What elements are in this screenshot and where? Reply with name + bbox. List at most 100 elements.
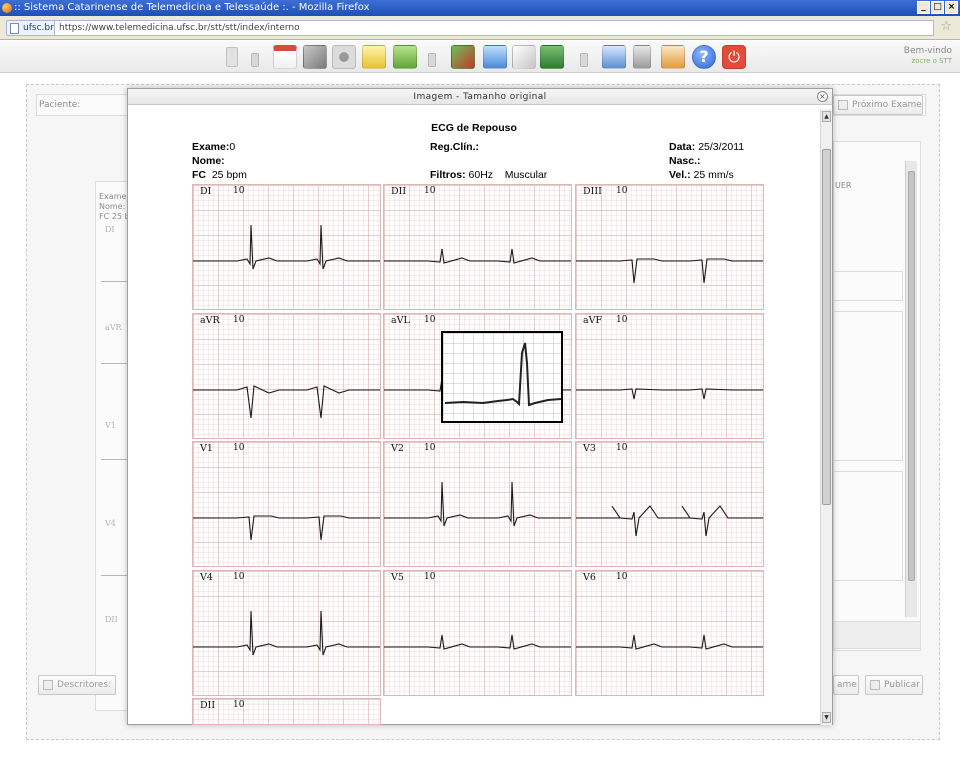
tools-icon[interactable] — [303, 45, 327, 69]
date-value: 25/3/2011 — [698, 141, 745, 153]
welcome-area: Bem-vindo zocre o STT — [904, 46, 952, 66]
exam-label: Exame: — [192, 141, 230, 153]
filters-row: Filtros: 60Hz Muscular — [430, 169, 547, 181]
ecg-trace — [384, 634, 571, 650]
ecg-trace — [576, 634, 763, 650]
ecg-title: ECG de Repouso — [431, 122, 517, 134]
user-name: zocre o STT — [911, 57, 952, 65]
exam-row: Exame:0 — [192, 141, 235, 153]
scroll-down-icon[interactable]: ▼ — [822, 712, 831, 723]
exam-button[interactable]: ame — [833, 675, 859, 695]
ecg-lead-panel: DIII 10 — [575, 184, 764, 310]
filter-mode: Muscular — [504, 169, 548, 181]
document-icon[interactable] — [226, 47, 238, 67]
dialog-title: Imagem - Tamanho original — [413, 92, 547, 102]
bg-trace — [101, 459, 127, 460]
side-footer — [833, 621, 921, 649]
page-icon — [10, 23, 19, 34]
ecg-trace — [193, 224, 380, 270]
ecg-lead-panel: V1 10 — [192, 441, 381, 567]
notes-icon[interactable] — [512, 45, 536, 69]
dialog-scrollbar[interactable]: ▲ ▼ — [820, 109, 832, 725]
clipboard-icon[interactable] — [483, 45, 507, 69]
site-identity-badge[interactable]: ufsc.br — [6, 20, 61, 36]
bg-exam-label: Exame: — [99, 192, 130, 201]
toolbar-separator — [428, 53, 436, 67]
report-icon[interactable] — [661, 45, 685, 69]
date-row: Data: 25/3/2011 — [669, 141, 744, 153]
bookmark-star-icon[interactable]: ☆ — [940, 19, 952, 34]
ecg-lead-panel: V5 10 — [383, 570, 572, 696]
calendar-icon[interactable] — [273, 45, 297, 69]
zoom-magnifier[interactable] — [441, 331, 563, 423]
lead-gain: 10 — [233, 700, 245, 710]
side-panel-text: UER — [835, 181, 852, 190]
toolbar-separator — [580, 53, 588, 67]
power-icon[interactable]: ⏻ — [722, 45, 746, 69]
reg-row: Reg.Clín.: — [430, 141, 479, 153]
side-box — [833, 271, 903, 301]
filters-value: 60Hz — [468, 169, 494, 181]
chart-icon[interactable] — [451, 45, 475, 69]
help-icon[interactable]: ? — [692, 45, 716, 69]
ecg-trace — [193, 610, 380, 656]
scroll-up-icon[interactable]: ▲ — [822, 111, 831, 122]
descriptors-button[interactable]: Descritores: — [38, 675, 116, 695]
maximize-button[interactable]: □ — [931, 1, 944, 14]
ecg-trace — [193, 515, 380, 541]
welcome-text: Bem-vindo — [903, 46, 952, 56]
ecg-waveform — [576, 258, 763, 284]
bg-name-label: Nome: — [99, 202, 126, 211]
users-icon[interactable] — [332, 45, 356, 69]
group-icon[interactable] — [393, 45, 417, 69]
date-label: Data: — [669, 141, 696, 153]
patient-label: Paciente: — [39, 100, 81, 110]
ecg-lead-panel: V4 10 — [192, 570, 381, 696]
ecg-waveform — [193, 224, 380, 270]
pencil-icon — [43, 680, 53, 690]
speed-value: 25 mm/s — [693, 169, 734, 181]
birth-label: Nasc.: — [669, 155, 701, 167]
minimize-button[interactable]: _ — [917, 1, 930, 14]
fc-label: FC — [192, 169, 206, 181]
descriptors-label: Descritores: — [57, 680, 112, 690]
lock-icon[interactable] — [633, 45, 651, 69]
exam-value: 0 — [229, 141, 236, 153]
ecg-trace — [384, 248, 571, 264]
bg-lead-label: V4 — [105, 519, 116, 528]
ecg-waveform — [384, 248, 571, 264]
fc-value: 25 bpm — [211, 169, 247, 181]
ecg-waveform — [193, 515, 380, 541]
lead-label: DII — [200, 700, 216, 711]
url-field[interactable]: https://www.telemedicina.ufsc.br/stt/stt… — [54, 20, 934, 36]
ecg-waveform — [576, 388, 763, 400]
fc-row: FC 25 bpm — [192, 169, 247, 181]
person-icon[interactable] — [540, 45, 564, 69]
side-scrollbar-thumb[interactable] — [908, 171, 915, 581]
monitor-icon[interactable] — [362, 45, 386, 69]
side-scrollbar[interactable] — [905, 161, 917, 617]
side-box — [833, 471, 903, 581]
ecg-lead-panel: DII 10 — [383, 184, 572, 310]
filters-label: Filtros: — [430, 169, 466, 181]
publish-button[interactable]: Publicar — [865, 675, 923, 695]
next-exam-button[interactable]: Próximo Exame — [833, 95, 923, 115]
archive-icon[interactable] — [602, 45, 626, 69]
close-dialog-button[interactable]: × — [817, 91, 828, 102]
ecg-trace — [384, 481, 571, 527]
ecg-waveform — [384, 481, 571, 527]
app-toolbar: ? ⏻ Bem-vindo zocre o STT — [0, 41, 960, 73]
window-title: :: Sistema Catarinense de Telemedicina e… — [14, 2, 370, 13]
close-window-button[interactable]: × — [945, 1, 958, 14]
speed-label: Vel.: — [669, 169, 691, 181]
ecg-lead-panel: V6 10 — [575, 570, 764, 696]
ecg-trace — [193, 385, 380, 419]
bg-lead-label: DI — [105, 225, 115, 234]
bg-lead-label: V1 — [105, 421, 116, 430]
bg-lead-label: aVR — [105, 323, 122, 332]
ecg-trace — [576, 258, 763, 284]
reg-label: Reg.Clín.: — [430, 141, 479, 153]
dialog-scrollbar-thumb[interactable] — [822, 149, 831, 505]
ecg-waveform — [384, 634, 571, 650]
side-box — [833, 311, 903, 461]
